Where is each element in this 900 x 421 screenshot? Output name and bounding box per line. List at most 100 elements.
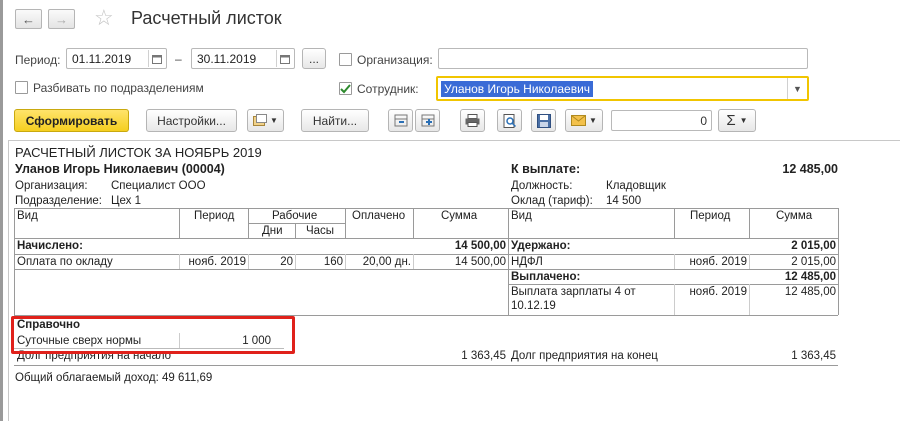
period-select-button[interactable]: ... bbox=[302, 48, 326, 69]
accrual-period: нояб. 2019 bbox=[188, 256, 246, 268]
date-range-dash: – bbox=[175, 52, 182, 66]
table-col-border bbox=[413, 208, 414, 239]
organization-label: Организация: bbox=[357, 53, 433, 67]
debt-end-label: Долг предприятия на конец bbox=[511, 350, 658, 362]
taxable-income: Общий облагаемый доход: 49 611,69 bbox=[15, 372, 213, 384]
table-row-border bbox=[14, 269, 838, 270]
col-header-period-right: Период bbox=[690, 210, 731, 222]
col-header-work: Рабочие bbox=[272, 210, 318, 222]
variants-menu-button[interactable]: ▼ bbox=[247, 109, 284, 132]
print-button[interactable] bbox=[460, 109, 485, 132]
position-value: Кладовщик bbox=[606, 180, 666, 192]
paid-vid-line2: 10.12.19 bbox=[511, 300, 556, 312]
find-button[interactable]: Найти... bbox=[301, 109, 369, 132]
to-pay-label: К выплате: bbox=[511, 162, 581, 176]
chevron-down-icon[interactable]: ▼ bbox=[787, 78, 807, 99]
paid-label: Выплачено: bbox=[511, 271, 581, 283]
accrual-hours: 160 bbox=[323, 256, 343, 268]
organization-checkbox[interactable] bbox=[339, 53, 352, 66]
employee-checkbox[interactable] bbox=[339, 82, 352, 95]
expand-groups-button[interactable] bbox=[415, 109, 440, 132]
col-header-sum-right: Сумма bbox=[776, 210, 813, 222]
organization-field[interactable] bbox=[438, 48, 808, 69]
paid-vid-line1: Выплата зарплаты 4 от bbox=[511, 286, 636, 298]
page-title: Расчетный листок bbox=[131, 8, 282, 28]
date-to-value: 30.11.2019 bbox=[197, 52, 257, 66]
sum-mode-button[interactable]: Σ ▼ bbox=[718, 109, 756, 132]
col-header-hours: Часы bbox=[306, 225, 335, 237]
settings-button[interactable]: Настройки... bbox=[146, 109, 237, 132]
withheld-vid: НДФЛ bbox=[511, 256, 543, 268]
split-by-department-label: Разбивать по подразделениям bbox=[33, 81, 204, 95]
col-header-sum: Сумма bbox=[441, 210, 478, 222]
withheld-sum: 2 015,00 bbox=[791, 256, 836, 268]
to-pay-value: 12 485,00 bbox=[782, 162, 838, 176]
table-col-border bbox=[345, 208, 346, 239]
department-value: Цех 1 bbox=[111, 195, 141, 207]
checkmark-icon bbox=[340, 84, 351, 94]
period-label: Период: bbox=[15, 53, 61, 67]
table-col-border bbox=[14, 208, 15, 315]
chevron-down-icon: ▼ bbox=[270, 116, 278, 125]
withheld-total: 2 015,00 bbox=[791, 240, 836, 252]
employee-field[interactable]: Уланов Игорь Николаевич ▼ bbox=[436, 76, 809, 101]
withheld-period: нояб. 2019 bbox=[689, 256, 747, 268]
red-highlight-frame bbox=[11, 316, 295, 354]
accrued-total: 14 500,00 bbox=[454, 240, 506, 252]
table-top-border bbox=[14, 208, 838, 209]
employee-label: Сотрудник: bbox=[357, 82, 419, 96]
arrow-left-icon: ← bbox=[22, 11, 35, 27]
table-row-border bbox=[508, 284, 838, 285]
debt-row-border bbox=[14, 365, 838, 366]
debt-end-value: 1 363,45 bbox=[791, 350, 836, 362]
debt-start-value: 1 363,45 bbox=[461, 350, 506, 362]
table-row-border bbox=[14, 254, 838, 255]
accrual-vid: Оплата по окладу bbox=[17, 256, 113, 268]
generate-button[interactable]: Сформировать bbox=[14, 109, 129, 132]
accrual-days: 20 bbox=[280, 256, 293, 268]
col-header-vid: Вид bbox=[17, 210, 38, 222]
report-title: РАСЧЕТНЫЙ ЛИСТОК ЗА НОЯБРЬ 2019 bbox=[15, 145, 262, 160]
favorite-star-icon[interactable]: ☆ bbox=[94, 5, 114, 31]
calendar-icon[interactable] bbox=[276, 50, 293, 67]
salary-value: 14 500 bbox=[606, 195, 642, 207]
accrued-label: Начислено: bbox=[17, 240, 83, 252]
floppy-disk-icon bbox=[536, 113, 551, 128]
col-header-vid-right: Вид bbox=[511, 210, 532, 222]
date-to-field[interactable]: 30.11.2019 bbox=[191, 48, 295, 69]
col-header-period: Период bbox=[194, 210, 235, 222]
preview-button[interactable] bbox=[497, 109, 522, 132]
sigma-icon: Σ bbox=[726, 112, 736, 129]
arrow-right-icon: → bbox=[55, 11, 68, 27]
table-col-border bbox=[749, 208, 750, 239]
table-header-bottom-border bbox=[14, 238, 838, 239]
collapse-groups-button[interactable] bbox=[388, 109, 413, 132]
col-header-days: Дни bbox=[262, 225, 283, 237]
send-email-button[interactable]: ▼ bbox=[565, 109, 603, 132]
table-col-border bbox=[179, 208, 180, 239]
back-button[interactable]: ← bbox=[15, 9, 42, 29]
org-label: Организация: bbox=[15, 180, 88, 192]
forward-button[interactable]: → bbox=[48, 9, 75, 29]
org-value: Специалист ООО bbox=[111, 180, 206, 192]
withheld-label: Удержано: bbox=[511, 240, 571, 252]
grid-minus-icon bbox=[394, 114, 407, 127]
department-label: Подразделение: bbox=[15, 195, 102, 207]
calendar-icon[interactable] bbox=[148, 50, 165, 67]
grid-plus-icon bbox=[421, 114, 434, 127]
position-label: Должность: bbox=[511, 180, 573, 192]
employee-name: Уланов Игорь Николаевич (00004) bbox=[15, 162, 225, 176]
table-col-border bbox=[248, 208, 249, 239]
sum-field[interactable]: 0 bbox=[611, 110, 712, 131]
envelope-icon bbox=[571, 115, 587, 126]
sum-value: 0 bbox=[700, 114, 707, 128]
accrual-paid: 20,00 дн. bbox=[362, 256, 411, 268]
printer-icon bbox=[465, 114, 480, 127]
split-by-department-checkbox[interactable] bbox=[15, 81, 28, 94]
paid-total: 12 485,00 bbox=[784, 271, 836, 283]
save-button[interactable] bbox=[531, 109, 556, 132]
date-from-field[interactable]: 01.11.2019 bbox=[66, 48, 167, 69]
folder-variants-icon bbox=[253, 114, 268, 126]
table-col-border bbox=[674, 208, 675, 239]
paid-period: нояб. 2019 bbox=[689, 286, 747, 298]
